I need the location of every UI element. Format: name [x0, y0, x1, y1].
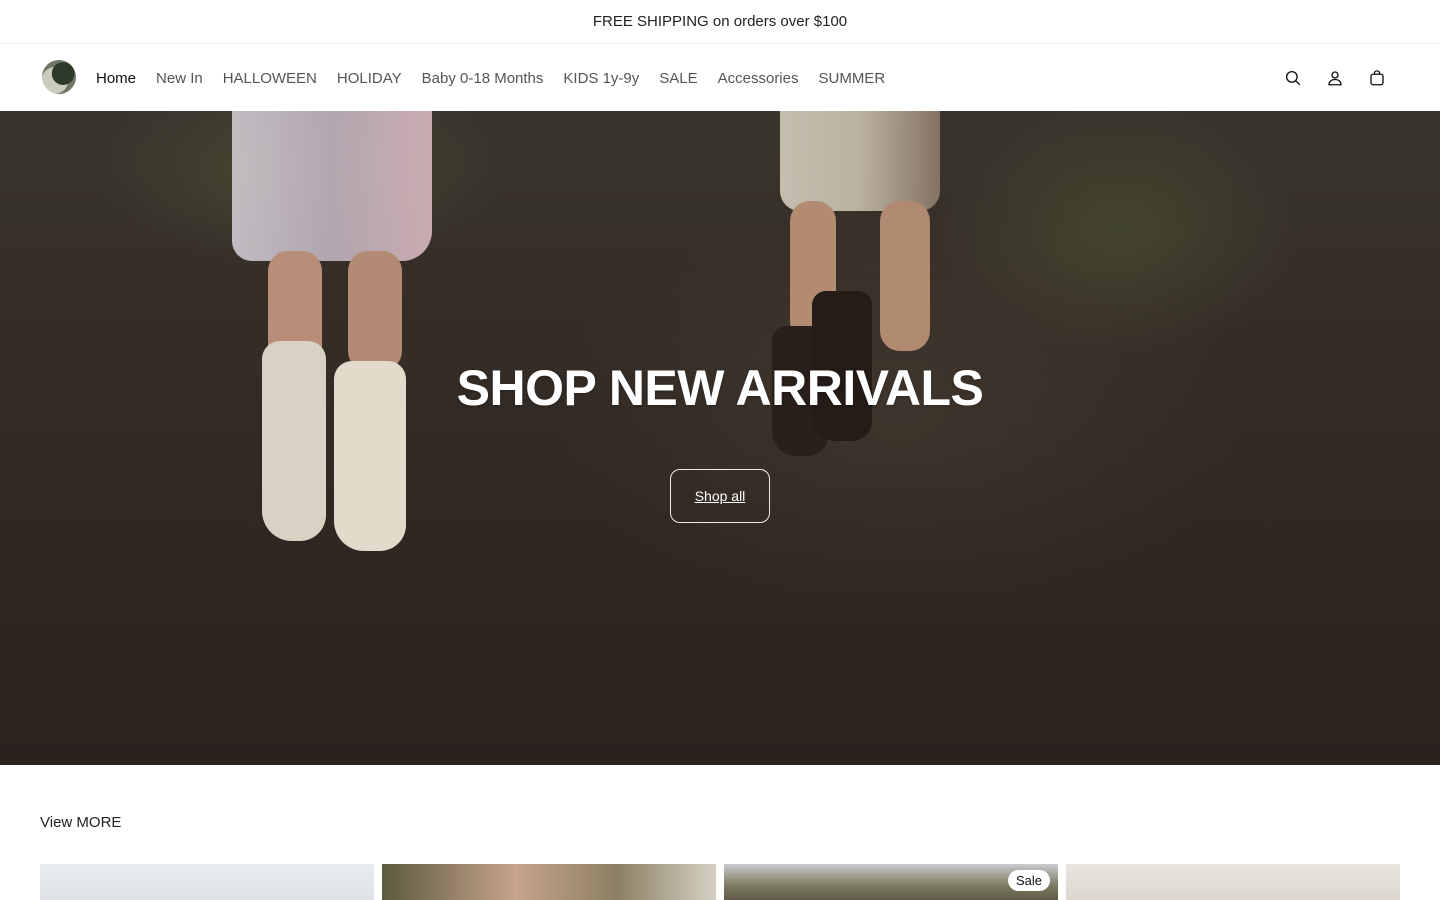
nav-item-home[interactable]: Home [96, 70, 136, 87]
product-card[interactable] [1066, 864, 1400, 900]
shop-all-button[interactable]: Shop all [670, 469, 770, 523]
site-header: Home New In HALLOWEEN HOLIDAY Baby 0-18 … [0, 45, 1440, 111]
hero-banner: SHOP NEW ARRIVALS Shop all [0, 111, 1440, 765]
product-card[interactable]: Sale [724, 864, 1058, 900]
product-card[interactable] [382, 864, 716, 900]
nav-item-sale[interactable]: SALE [659, 70, 697, 87]
cart-icon[interactable] [1366, 67, 1388, 89]
search-icon[interactable] [1282, 67, 1304, 89]
view-more-link[interactable]: View MORE [40, 814, 121, 831]
brand-logo-icon[interactable] [42, 60, 76, 94]
header-actions [1262, 45, 1388, 111]
nav-item-halloween[interactable]: HALLOWEEN [223, 70, 317, 87]
nav-item-kids[interactable]: KIDS 1y-9y [563, 70, 639, 87]
announcement-text: FREE SHIPPING on orders over $100 [592, 13, 848, 30]
hero-content: SHOP NEW ARRIVALS Shop all [0, 111, 1440, 765]
nav-item-new-in[interactable]: New In [156, 70, 203, 87]
account-icon[interactable] [1324, 67, 1346, 89]
nav-item-accessories[interactable]: Accessories [718, 70, 799, 87]
hero-title: SHOP NEW ARRIVALS [456, 360, 984, 416]
nav-item-holiday[interactable]: HOLIDAY [337, 70, 402, 87]
nav-item-baby[interactable]: Baby 0-18 Months [422, 70, 544, 87]
main-nav: Home New In HALLOWEEN HOLIDAY Baby 0-18 … [96, 45, 905, 111]
announcement-bar: FREE SHIPPING on orders over $100 [0, 0, 1440, 44]
product-grid: Sale [40, 864, 1400, 900]
product-card[interactable] [40, 864, 374, 900]
sale-badge: Sale [1007, 870, 1050, 891]
nav-item-summer[interactable]: SUMMER [818, 70, 885, 87]
